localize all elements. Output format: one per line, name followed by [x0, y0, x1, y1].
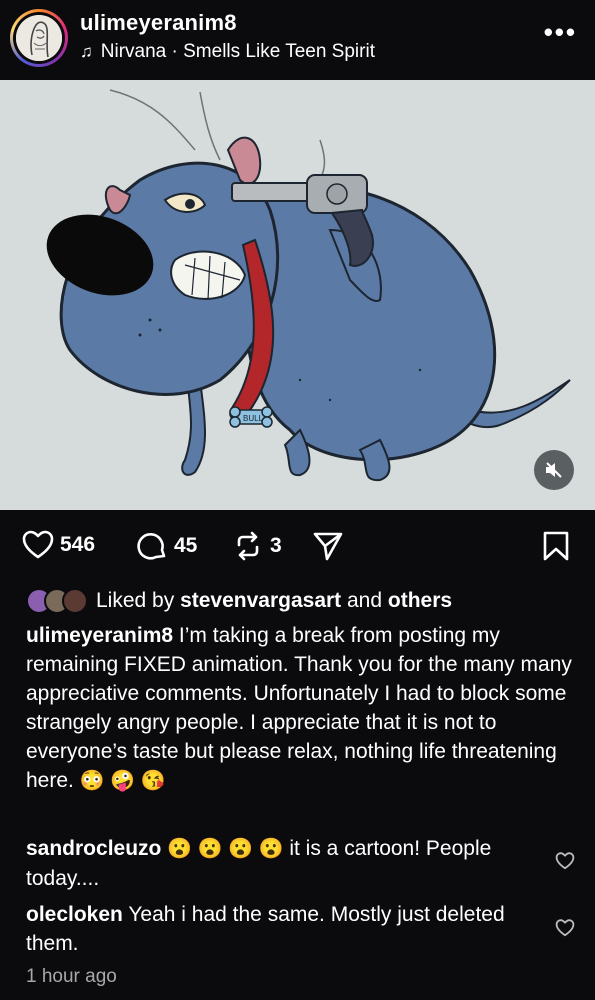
avatar-image [16, 15, 62, 61]
comment-item: olecloken Yeah i had the same. Mostly ju… [26, 900, 546, 958]
comment-icon[interactable] [136, 530, 168, 562]
save-action[interactable] [541, 530, 571, 562]
music-title: Smells Like Teen Spirit [183, 41, 375, 62]
dog-tag-text: BULL [243, 414, 264, 423]
comment-emojis: 😮 😮 😮 😮 [167, 838, 284, 860]
comment-username[interactable]: olecloken [26, 903, 123, 926]
music-artist: Nirvana [100, 41, 167, 62]
share-icon[interactable] [312, 530, 344, 562]
like-action[interactable]: 546 [22, 530, 95, 560]
liker-avatar [62, 588, 88, 614]
cartoon-dog-illustration: BULL [46, 89, 571, 482]
repost-count: 3 [270, 534, 282, 557]
post-username[interactable]: ulimeyeranim8 [80, 10, 237, 36]
post-header: ulimeyeranim8 ♫ Nirvana · Smells Like Te… [0, 0, 595, 80]
heart-icon[interactable] [22, 530, 54, 560]
post-timestamp: 1 hour ago [26, 966, 117, 987]
action-bar: 546 45 3 [0, 516, 595, 578]
speaker-muted-icon [546, 462, 562, 478]
post-media[interactable]: BULL [0, 80, 595, 510]
comment-item: sandrocleuzo 😮 😮 😮 😮 it is a cartoon! Pe… [26, 834, 546, 893]
avatar[interactable] [10, 9, 68, 67]
heart-icon[interactable] [555, 852, 575, 870]
comment-username[interactable]: sandrocleuzo [26, 837, 161, 860]
comment-like-button[interactable] [555, 919, 575, 942]
share-action[interactable] [312, 530, 344, 562]
comment-action[interactable]: 45 [136, 530, 197, 562]
liked-by-text: Liked by stevenvargasart and others [96, 589, 453, 612]
caption-emojis: 😳 🤪 😘 [79, 770, 166, 792]
caption-text: I’m taking a break from posting my remai… [26, 624, 572, 792]
liked-by-user[interactable]: stevenvargasart [180, 589, 341, 612]
comment-like-button[interactable] [555, 852, 575, 875]
mute-button[interactable] [534, 450, 574, 490]
music-separator: · [166, 41, 184, 62]
repost-action[interactable]: 3 [232, 530, 282, 562]
bookmark-icon[interactable] [541, 530, 571, 562]
music-note-icon: ♫ [80, 42, 93, 61]
liked-by[interactable]: Liked by stevenvargasart and others [26, 588, 452, 614]
music-link[interactable]: ♫ Nirvana · Smells Like Teen Spirit [80, 41, 375, 63]
repost-icon[interactable] [232, 530, 264, 562]
more-options-button[interactable]: ••• [544, 19, 577, 45]
post-caption: ulimeyeranim8 I’m taking a break from po… [26, 621, 574, 796]
heart-icon[interactable] [555, 919, 575, 937]
caption-username[interactable]: ulimeyeranim8 [26, 624, 173, 647]
liked-by-others[interactable]: others [388, 589, 452, 612]
like-count: 546 [60, 533, 96, 556]
comment-count: 45 [174, 534, 198, 557]
